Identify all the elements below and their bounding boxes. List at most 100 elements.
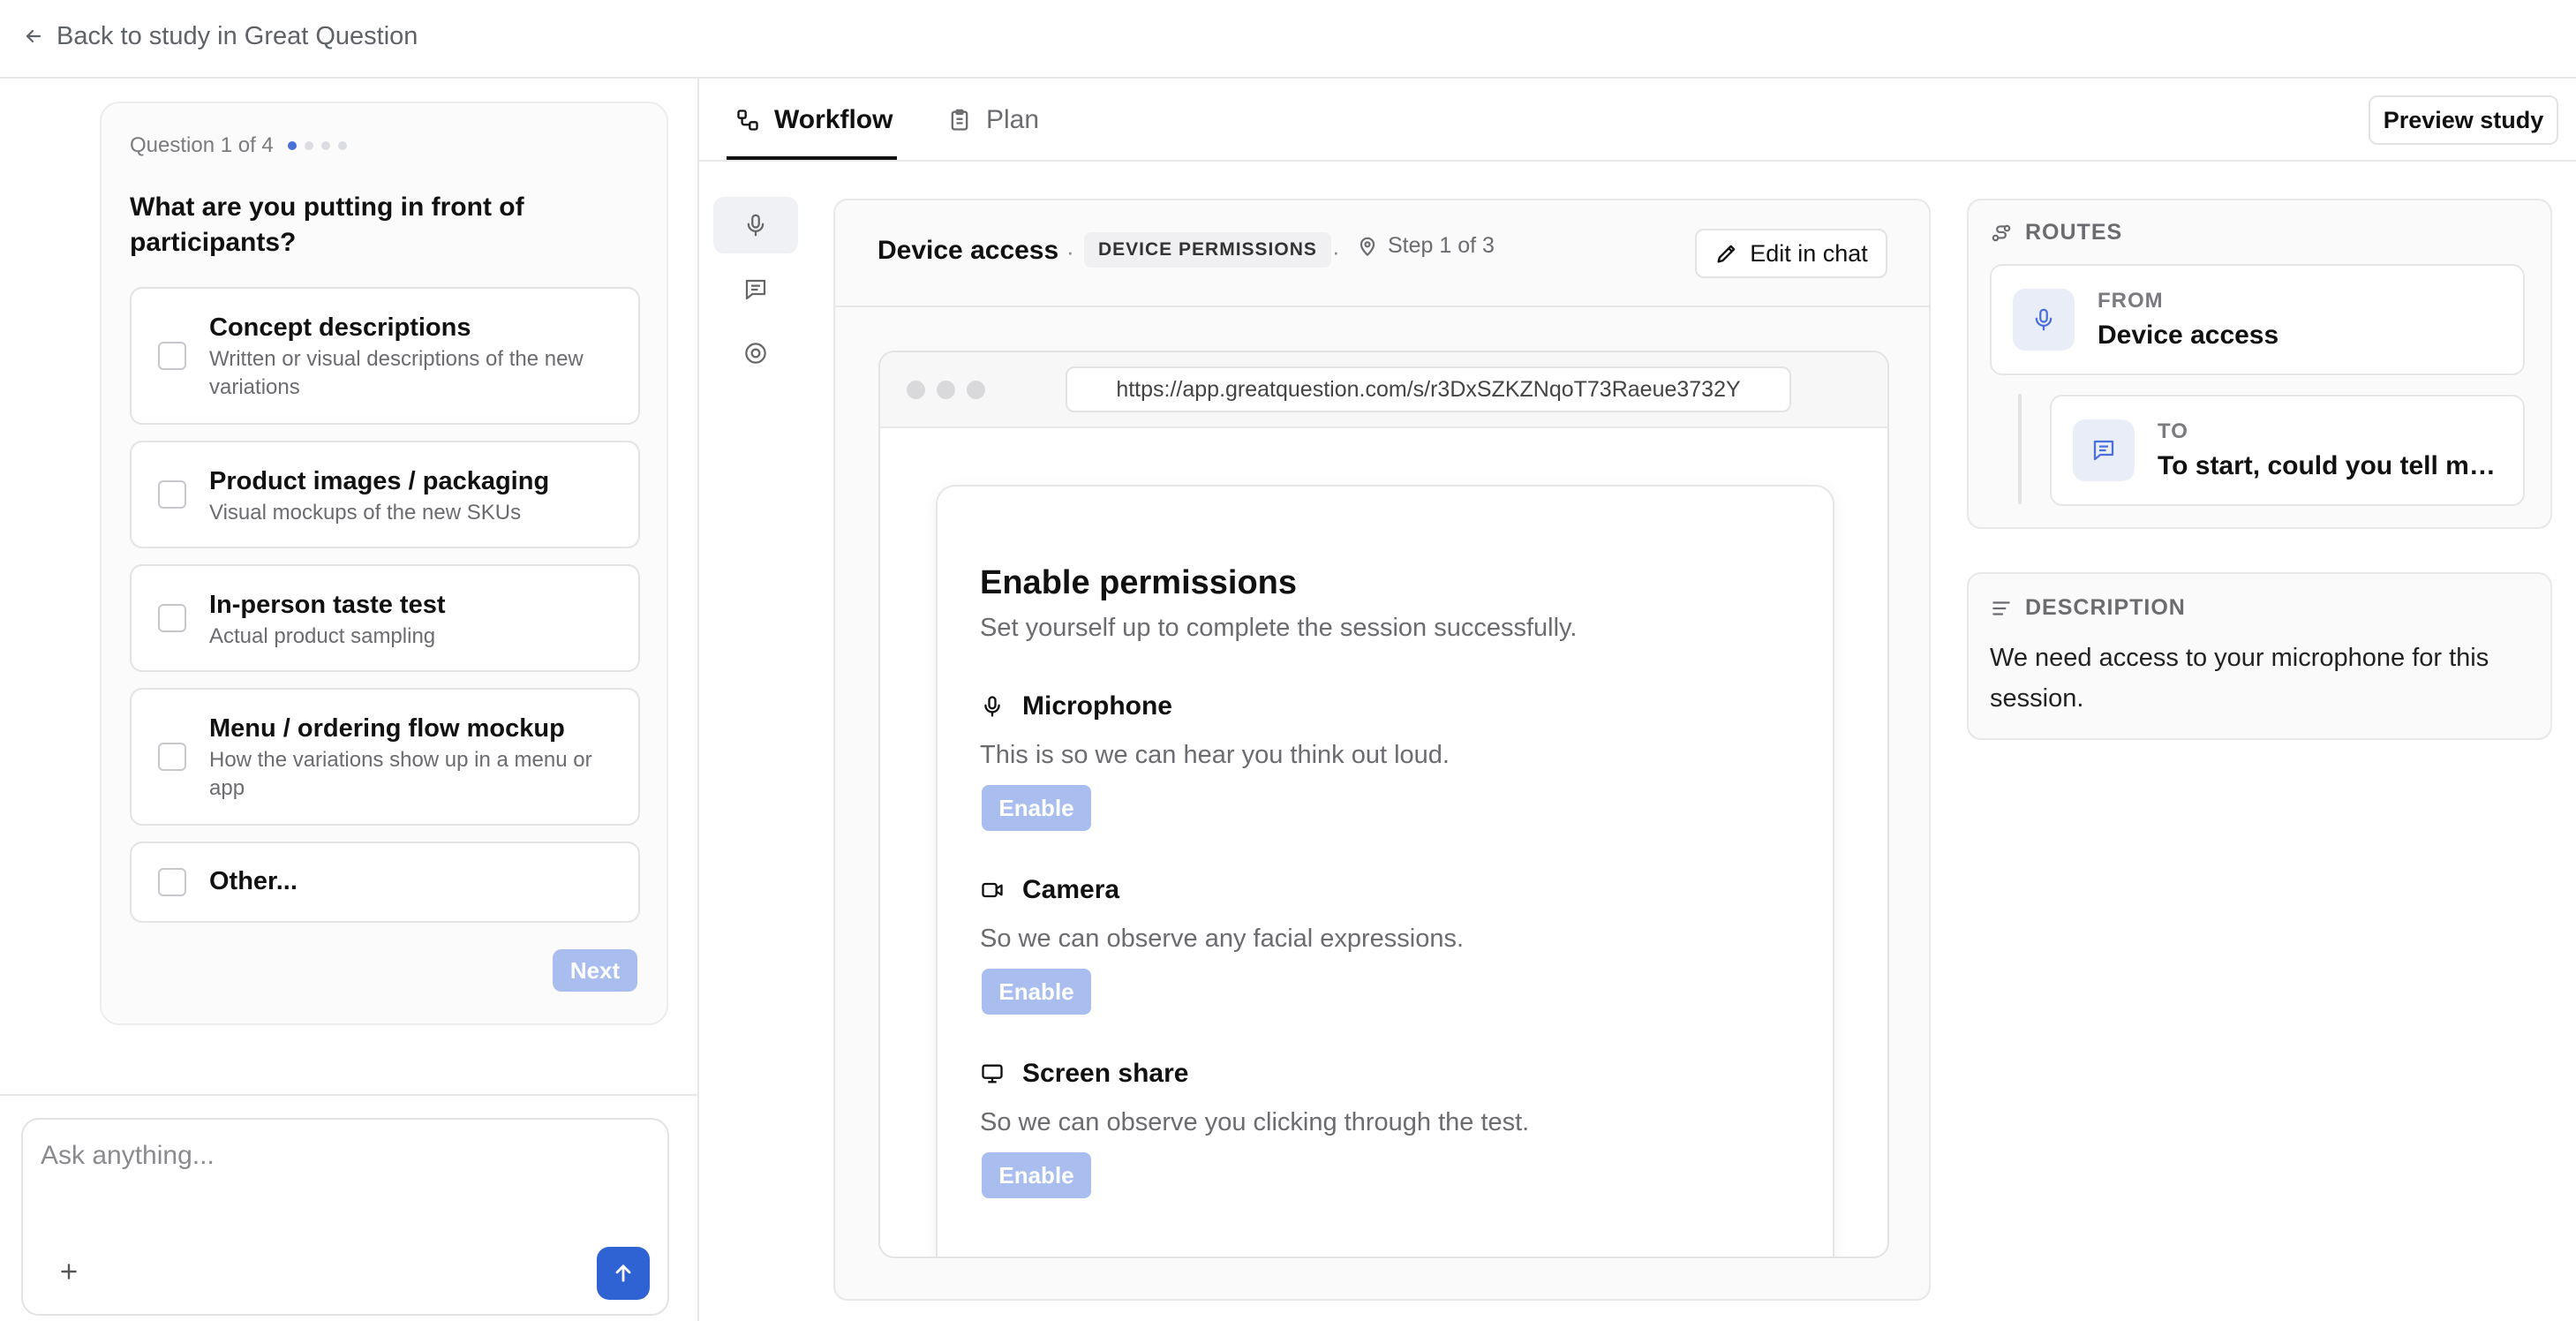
- browser-preview: https://app.greatquestion.com/s/r3DxSZKZ…: [878, 351, 1889, 1258]
- question-meta: Question 1 of 4: [130, 133, 347, 158]
- option-checkbox[interactable]: [158, 604, 186, 632]
- tab-label: Workflow: [774, 105, 893, 134]
- microphone-icon: [980, 694, 1005, 719]
- message-icon: [742, 276, 769, 303]
- back-link-label: Back to study in Great Question: [56, 21, 418, 50]
- permission-camera: Camera: [980, 875, 1119, 905]
- monitor-icon: [980, 1061, 1005, 1086]
- permission-description: So we can observe any facial expressions…: [980, 925, 1465, 953]
- pencil-icon: [1714, 241, 1739, 266]
- permissions-subtitle: Set yourself up to complete the session …: [980, 614, 1578, 642]
- step-header: Device access · DEVICE PERMISSIONS · Ste…: [835, 200, 1929, 307]
- back-to-study-link[interactable]: Back to study in Great Question: [23, 19, 418, 53]
- route-from-icon-box: [2013, 289, 2075, 351]
- description-text: We need access to your microphone for th…: [1990, 644, 2489, 713]
- edit-in-chat-label: Edit in chat: [1750, 239, 1868, 267]
- permission-title: Microphone: [1022, 691, 1172, 721]
- enable-camera-button[interactable]: Enable: [982, 969, 1091, 1015]
- separator-dot: ·: [1332, 238, 1340, 265]
- chat-composer: [21, 1118, 669, 1316]
- tab-workflow[interactable]: Workflow: [735, 79, 893, 162]
- window-dot: [967, 381, 985, 399]
- option-checkbox[interactable]: [158, 743, 186, 771]
- attach-button[interactable]: [51, 1254, 87, 1289]
- route-connector: [2018, 394, 2022, 504]
- chat-divider: [0, 1094, 697, 1096]
- progress-dot: [304, 141, 313, 150]
- window-dot: [937, 381, 955, 399]
- microphone-icon: [2030, 306, 2057, 333]
- option-product-images[interactable]: Product images / packaging Visual mockup…: [130, 441, 640, 548]
- arrow-left-icon: [23, 26, 44, 47]
- route-icon: [1990, 222, 2013, 245]
- microphone-icon: [742, 212, 769, 238]
- question-card: Question 1 of 4 What are you putting in …: [100, 102, 668, 1025]
- option-in-person-taste-test[interactable]: In-person taste test Actual product samp…: [130, 564, 640, 672]
- option-title: Menu / ordering flow mockup: [209, 714, 565, 743]
- option-other[interactable]: Other...: [130, 842, 640, 923]
- option-menu-ordering-flow[interactable]: Menu / ordering flow mockup How the vari…: [130, 688, 640, 826]
- description-label: DESCRIPTION: [2025, 595, 2186, 620]
- progress-dot: [320, 141, 330, 150]
- option-subtitle: Actual product sampling: [209, 624, 436, 648]
- route-from-label: FROM: [2098, 289, 2164, 313]
- question-text: What are you putting in front of partici…: [130, 192, 524, 257]
- route-to-label: TO: [2158, 419, 2188, 443]
- option-subtitle: Written or visual descriptions of the ne…: [209, 347, 584, 399]
- permissions-card: Enable permissions Set yourself up to co…: [936, 485, 1834, 1257]
- route-to[interactable]: TO To start, could you tell me ...: [2050, 395, 2525, 506]
- option-title: In-person taste test: [209, 591, 446, 619]
- enable-screen-share-button[interactable]: Enable: [982, 1152, 1091, 1198]
- option-checkbox[interactable]: [158, 480, 186, 509]
- step-title: Device access: [877, 236, 1059, 265]
- progress-dot: [337, 141, 347, 150]
- arrow-up-icon: [611, 1261, 636, 1286]
- chat-input[interactable]: [41, 1134, 650, 1178]
- step-counter-label: Step 1 of 3: [1388, 233, 1495, 258]
- step-panel: Device access · DEVICE PERMISSIONS · Ste…: [833, 199, 1931, 1301]
- question-progress-dots: [287, 141, 347, 150]
- panel-divider: [697, 79, 699, 1321]
- url-bar: https://app.greatquestion.com/s/r3DxSZKZ…: [1066, 366, 1791, 412]
- message-icon: [2090, 437, 2117, 464]
- route-from[interactable]: FROM Device access: [1990, 264, 2525, 375]
- tab-plan[interactable]: Plan: [947, 79, 1039, 162]
- option-subtitle: How the variations show up in a menu or …: [209, 748, 592, 800]
- option-title: Concept descriptions: [209, 313, 471, 342]
- permission-description: So we can observe you clicking through t…: [980, 1108, 1530, 1136]
- routes-card: ROUTES FROM Device access TO To start, c…: [1967, 199, 2552, 529]
- description-header: DESCRIPTION: [1990, 595, 2186, 621]
- send-button[interactable]: [597, 1247, 650, 1300]
- top-bar: Back to study in Great Question: [0, 0, 2576, 79]
- rail-microphone-button[interactable]: [713, 197, 798, 253]
- next-button[interactable]: Next: [553, 949, 637, 992]
- permission-title: Camera: [1022, 875, 1120, 904]
- rail-message-button[interactable]: [713, 261, 798, 318]
- option-checkbox[interactable]: [158, 342, 186, 370]
- preview-study-button[interactable]: Preview study: [2369, 95, 2558, 145]
- enable-microphone-button[interactable]: Enable: [982, 785, 1091, 831]
- tab-label: Plan: [986, 105, 1040, 134]
- workflow-icon: [735, 108, 760, 132]
- permission-description: This is so we can hear you think out lou…: [980, 741, 1450, 769]
- option-title: Product images / packaging: [209, 467, 550, 495]
- description-card: DESCRIPTION We need access to your micro…: [1967, 572, 2552, 740]
- option-subtitle: Visual mockups of the new SKUs: [209, 501, 522, 525]
- map-pin-icon: [1356, 235, 1379, 258]
- routes-header: ROUTES: [1990, 220, 2122, 245]
- rail-target-button[interactable]: [713, 325, 798, 381]
- option-checkbox[interactable]: [158, 868, 186, 896]
- route-to-icon-box: [2073, 419, 2135, 481]
- separator-dot: ·: [1066, 238, 1074, 265]
- permissions-title: Enable permissions: [980, 564, 1298, 601]
- option-title: Other...: [209, 867, 298, 895]
- progress-dot: [287, 141, 297, 150]
- permission-title: Screen share: [1022, 1059, 1189, 1088]
- option-concept-descriptions[interactable]: Concept descriptions Written or visual d…: [130, 287, 640, 425]
- permission-microphone: Microphone: [980, 691, 1172, 721]
- video-camera-icon: [980, 878, 1005, 902]
- align-left-icon: [1990, 597, 2013, 620]
- step-counter: Step 1 of 3: [1356, 233, 1495, 259]
- route-to-value: To start, could you tell me ...: [2158, 451, 2509, 480]
- edit-in-chat-button[interactable]: Edit in chat: [1695, 229, 1887, 278]
